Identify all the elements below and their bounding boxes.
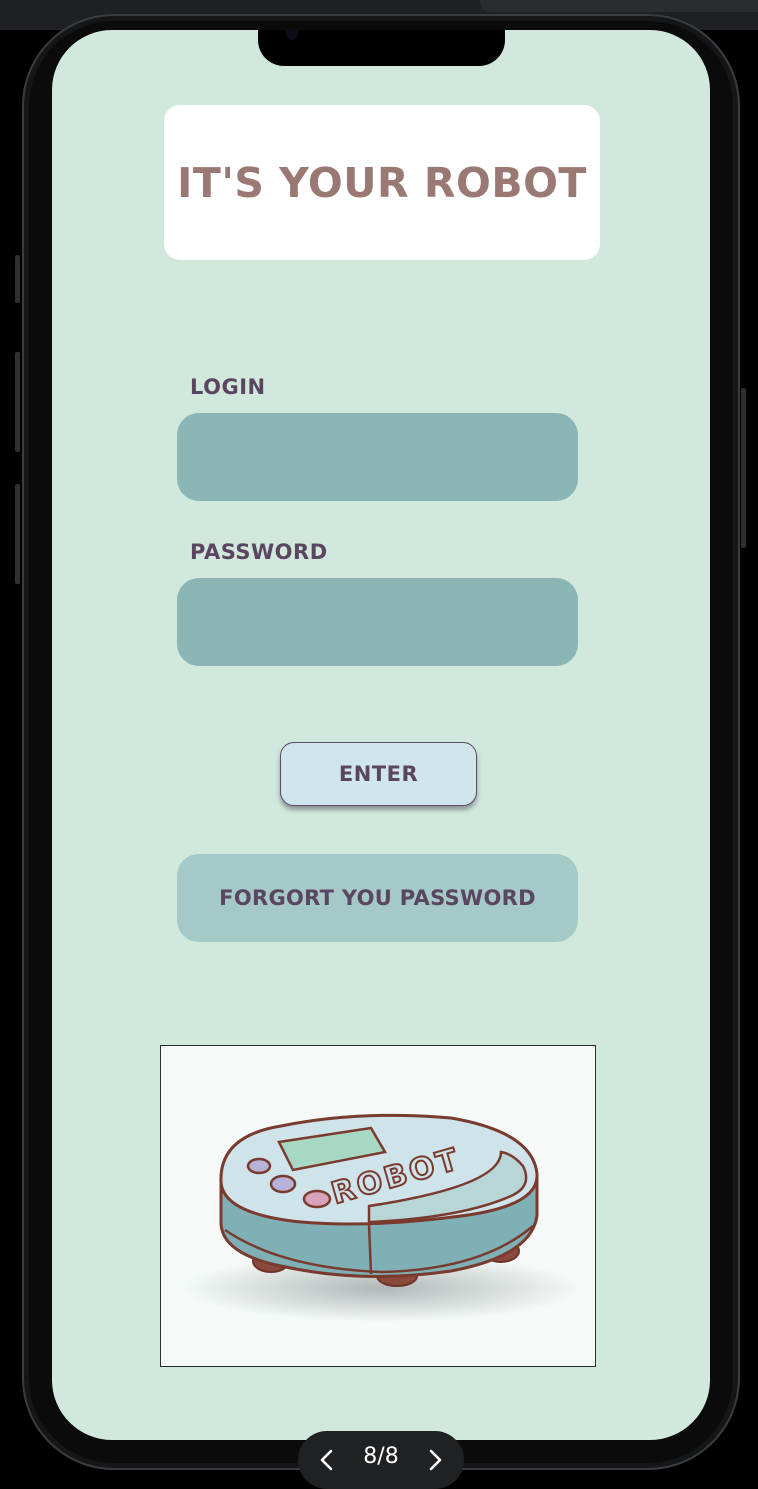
phone-power-button [741, 388, 746, 548]
robot-button-3 [302, 1189, 332, 1209]
phone-volume-down-button [15, 484, 20, 584]
app-screen: IT'S YOUR ROBOT LOGIN PASSWORD ENTER FOR… [52, 30, 710, 1440]
app-title: IT'S YOUR ROBOT [177, 158, 587, 207]
slide-counter: 8/8 [363, 1443, 399, 1469]
password-label: PASSWORD [190, 540, 328, 564]
title-card: IT'S YOUR ROBOT [164, 105, 600, 260]
phone-silent-switch [15, 255, 20, 303]
robot-vacuum-illustration: ROBOT [181, 1113, 581, 1322]
robot-image-frame: ROBOT [160, 1045, 596, 1367]
camera-icon [286, 30, 298, 40]
phone-notch [258, 30, 505, 66]
forgot-password-button[interactable]: FORGORT YOU PASSWORD [177, 854, 578, 942]
forgot-password-label: FORGORT YOU PASSWORD [219, 886, 536, 910]
browser-tab-strip [480, 0, 758, 12]
login-input[interactable] [177, 413, 578, 501]
chevron-right-icon[interactable] [424, 1449, 446, 1471]
password-input[interactable] [177, 578, 578, 666]
phone-volume-up-button [15, 352, 20, 452]
slide-pager: 8/8 [298, 1431, 464, 1489]
robot-button-2 [269, 1174, 297, 1194]
login-label: LOGIN [190, 375, 266, 399]
robot-button-1 [246, 1157, 272, 1175]
chevron-left-icon[interactable] [316, 1449, 338, 1471]
enter-button[interactable]: ENTER [280, 742, 477, 806]
enter-button-label: ENTER [338, 762, 419, 786]
